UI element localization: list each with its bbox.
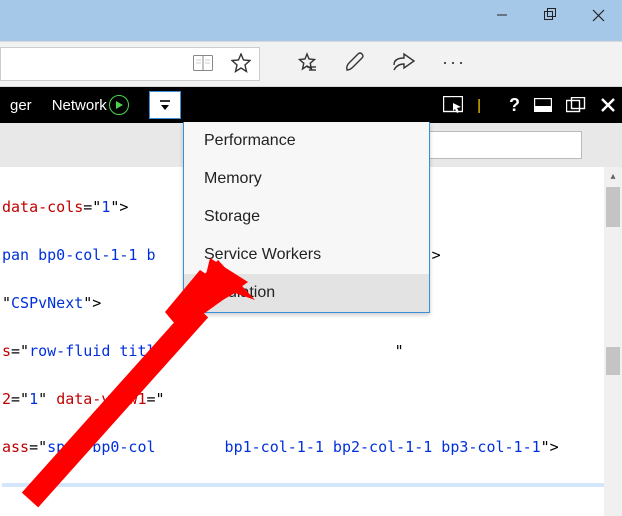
window-minimize-button[interactable]	[478, 0, 526, 30]
scrollbar-thumb[interactable]	[606, 187, 620, 227]
window-titlebar	[0, 0, 622, 41]
share-icon[interactable]	[392, 52, 416, 77]
devtools-tabs-dropdown: Performance Memory Storage Service Worke…	[183, 122, 430, 313]
browser-right-icons: ···	[296, 52, 466, 77]
dropdown-item-service-workers[interactable]: Service Workers	[184, 236, 429, 274]
dropdown-item-performance[interactable]: Performance	[184, 122, 429, 160]
network-record-icon[interactable]	[109, 95, 129, 115]
window-maximize-button[interactable]	[526, 0, 574, 30]
dropdown-item-memory[interactable]: Memory	[184, 160, 429, 198]
devtools-tab-partial[interactable]: ger	[0, 87, 42, 123]
help-icon[interactable]: ?	[509, 95, 520, 116]
scrollbar-thumb-2[interactable]	[606, 347, 620, 375]
devtools-close-icon[interactable]	[600, 97, 616, 113]
devtools-tab-network[interactable]: Network	[42, 87, 139, 123]
devtools-more-tabs-button[interactable]	[149, 91, 181, 119]
favorites-list-icon[interactable]	[296, 52, 318, 77]
window-close-button[interactable]	[574, 0, 622, 30]
devtools-right-controls: | ?	[443, 95, 616, 116]
dropdown-item-storage[interactable]: Storage	[184, 198, 429, 236]
more-icon[interactable]: ···	[442, 52, 466, 77]
element-picker-icon[interactable]	[443, 96, 463, 114]
vertical-scrollbar[interactable]: ▴	[604, 167, 622, 516]
dock-icon[interactable]	[534, 98, 552, 112]
reading-view-icon[interactable]	[193, 55, 213, 74]
favorite-star-icon[interactable]	[231, 53, 251, 76]
browser-toolbar: ···	[0, 41, 622, 87]
dropdown-item-emulation[interactable]: Emulation	[184, 274, 429, 312]
notes-icon[interactable]	[344, 52, 366, 77]
devtools-tabbar: ger Network | ?	[0, 87, 622, 123]
undock-icon[interactable]	[566, 97, 586, 113]
address-box[interactable]	[0, 47, 260, 81]
scroll-up-icon[interactable]: ▴	[604, 167, 622, 185]
